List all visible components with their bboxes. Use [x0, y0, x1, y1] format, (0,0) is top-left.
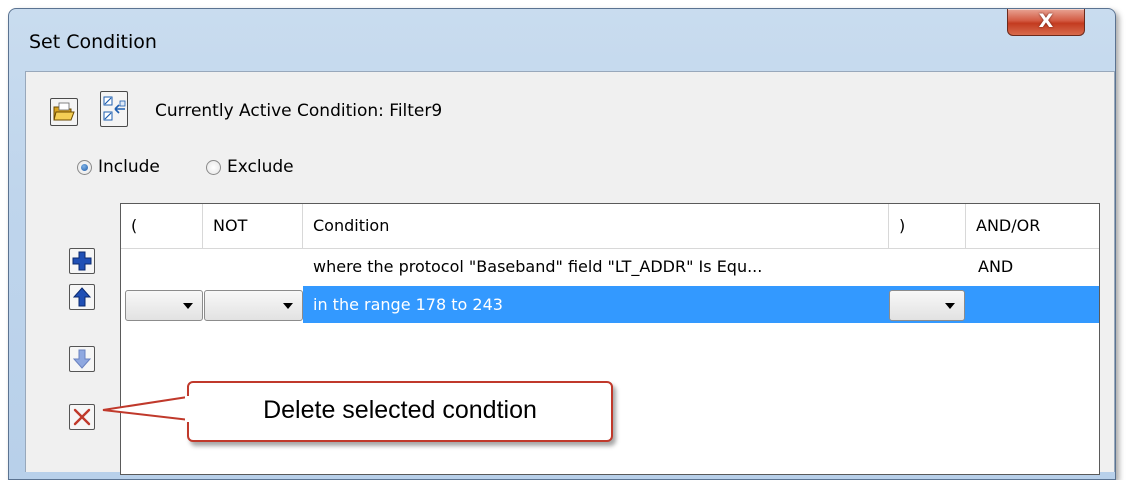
- move-up-button[interactable]: [69, 284, 95, 310]
- and-or-cell[interactable]: AND: [978, 249, 1088, 285]
- table-row-selected[interactable]: in the range 178 to 243: [121, 286, 1099, 323]
- callout-tooltip: Delete selected condtion: [187, 381, 613, 442]
- apply-condition-button[interactable]: [100, 91, 128, 127]
- condition-cell[interactable]: in the range 178 to 243: [313, 286, 883, 323]
- plus-icon: [72, 251, 92, 271]
- column-header-open-paren[interactable]: (: [121, 204, 203, 248]
- grid-header: ( NOT Condition ) AND/OR: [121, 204, 1099, 249]
- arrow-down-icon: [72, 349, 92, 369]
- exclude-label: Exclude: [227, 157, 294, 177]
- open-paren-dropdown[interactable]: [125, 290, 203, 321]
- callout-text: Delete selected condtion: [263, 396, 537, 424]
- folder-open-icon: [53, 102, 75, 121]
- close-paren-dropdown[interactable]: [889, 290, 965, 321]
- close-icon: X: [1038, 10, 1054, 32]
- column-header-close-paren[interactable]: ): [889, 204, 966, 248]
- dialog-title: Set Condition: [29, 31, 157, 53]
- move-down-button[interactable]: [69, 346, 95, 372]
- chevron-down-icon: [945, 303, 955, 309]
- x-icon: [73, 408, 91, 426]
- active-condition-label: Currently Active Condition: Filter9: [155, 101, 443, 121]
- condition-cell[interactable]: where the protocol "Baseband" field "LT_…: [313, 249, 883, 285]
- close-button[interactable]: X: [1007, 9, 1085, 36]
- add-condition-button[interactable]: [69, 248, 95, 274]
- table-row[interactable]: where the protocol "Baseband" field "LT_…: [121, 249, 1099, 285]
- column-header-and-or[interactable]: AND/OR: [966, 204, 1099, 248]
- delete-condition-button[interactable]: [69, 404, 95, 430]
- open-condition-button[interactable]: [50, 98, 78, 126]
- chevron-down-icon: [183, 303, 193, 309]
- column-header-not[interactable]: NOT: [203, 204, 303, 248]
- exclude-radio[interactable]: [206, 160, 221, 175]
- not-dropdown[interactable]: [204, 290, 303, 321]
- include-radio[interactable]: [77, 160, 92, 175]
- set-condition-dialog: Set Condition X Currently Active Conditi…: [8, 8, 1116, 480]
- include-label: Include: [98, 157, 160, 177]
- callout-joint: [185, 396, 191, 422]
- chevron-down-icon: [283, 303, 293, 309]
- apply-condition-icon: [103, 96, 126, 121]
- arrow-up-icon: [72, 287, 92, 307]
- column-header-condition[interactable]: Condition: [303, 204, 889, 248]
